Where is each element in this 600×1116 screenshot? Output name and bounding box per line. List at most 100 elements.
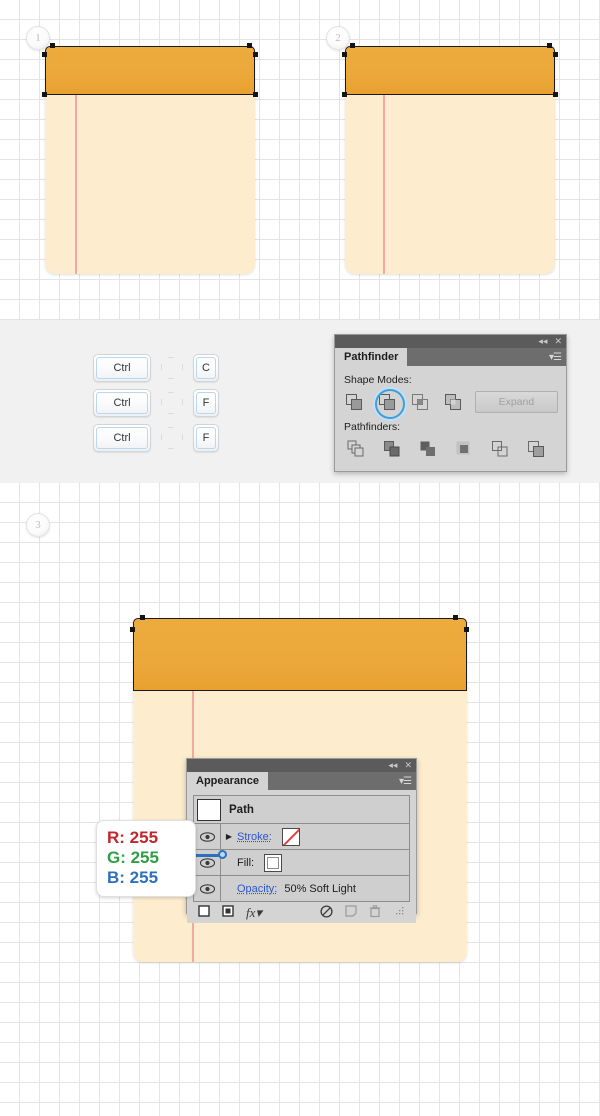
anchor-point[interactable] [247,43,252,48]
fill-label[interactable]: Fill: [237,857,254,869]
rgb-blue-value: B: 255 [107,868,159,888]
close-icon[interactable]: ✕ [554,337,562,346]
rgb-red-value: R: 255 [107,828,159,847]
anchor-point[interactable] [253,92,258,97]
plus-icon [161,357,183,379]
anchor-point[interactable] [553,52,558,57]
anchor-point[interactable] [253,52,258,57]
opacity-value: 50% Soft Light [284,882,356,895]
delete-item-icon[interactable] [369,904,381,921]
collapse-icon[interactable]: ◂◂ [538,337,547,346]
anchor-point[interactable] [130,627,135,632]
close-icon[interactable]: ✕ [404,761,412,770]
key-ctrl[interactable]: Ctrl [93,389,151,417]
path-thumbnail-icon [197,798,221,821]
canvas-stage: 1 2 Ctrl C Ctrl F Ctrl F ◂◂ ✕ Pathfinder… [0,0,600,1116]
anchor-point[interactable] [342,52,347,57]
trim-icon[interactable] [379,437,405,461]
panel-title-bar: ◂◂ ✕ [187,759,416,772]
collapse-icon[interactable]: ◂◂ [388,761,397,770]
key-f[interactable]: F [193,424,219,452]
appearance-list: Path ▶ Stroke: Fill: Opacity: 50% Soft L… [193,795,410,902]
pathfinders-row [343,437,558,461]
outline-icon[interactable] [487,437,513,461]
panel-tab-bar: Appearance ▾☰ [187,772,416,790]
callout-leader-dot [218,850,227,859]
exclude-icon[interactable] [442,390,465,414]
panel-title-bar: ◂◂ ✕ [335,335,566,348]
anchor-point[interactable] [464,627,469,632]
expand-button[interactable]: Expand [474,391,559,413]
notepad-header-selected[interactable] [133,618,467,691]
clear-appearance-icon[interactable] [320,904,333,921]
anchor-point[interactable] [140,615,145,620]
anchor-point[interactable] [453,615,458,620]
disclosure-triangle-icon[interactable]: ▶ [221,832,237,841]
anchor-point[interactable] [50,43,55,48]
merge-icon[interactable] [415,437,441,461]
anchor-point[interactable] [42,92,47,97]
anchor-point[interactable] [547,43,552,48]
add-new-effect-icon[interactable]: fx▾ [246,905,262,921]
fill-swatch-white-icon[interactable] [264,853,283,872]
minus-back-icon[interactable] [523,437,549,461]
appearance-footer: fx▾ [193,902,410,923]
notepad-step-1 [42,43,258,274]
plus-icon [161,427,183,449]
pathfinder-body: Shape Modes: Expand Pathfinders: [335,366,566,469]
key-label: Ctrl [113,432,131,444]
key-ctrl[interactable]: Ctrl [93,424,151,452]
shape-modes-label: Shape Modes: [344,374,412,386]
unite-icon[interactable] [343,390,366,414]
rgb-green-value: G: 255 [107,848,159,868]
panel-menu-icon[interactable]: ▾☰ [399,772,416,790]
minus-front-icon[interactable] [374,389,405,419]
notepad-header-selected[interactable] [345,46,555,95]
shortcut-row-1: Ctrl C [93,354,219,382]
appearance-row-opacity[interactable]: Opacity: 50% Soft Light [194,876,409,901]
add-new-fill-icon[interactable] [222,905,234,920]
shortcut-row-2: Ctrl F [93,424,219,452]
tab-label: Pathfinder [344,351,399,363]
notepad-header-selected[interactable] [45,46,255,95]
anchor-point[interactable] [553,92,558,97]
key-label: F [202,397,210,409]
expand-label: Expand [498,396,535,408]
key-ctrl[interactable]: Ctrl [93,354,151,382]
step-badge-label: 1 [35,32,41,44]
crop-icon[interactable] [451,437,477,461]
tab-appearance[interactable]: Appearance [187,772,268,790]
anchor-point[interactable] [42,52,47,57]
anchor-point[interactable] [350,43,355,48]
pathfinder-panel: ◂◂ ✕ Pathfinder ▾☰ Shape Modes: Expand P… [334,334,567,472]
object-label: Path [229,803,254,816]
shape-modes-row: Expand [343,389,559,419]
duplicate-item-icon[interactable] [345,905,357,920]
tab-pathfinder[interactable]: Pathfinder [335,348,408,366]
key-f[interactable]: F [193,389,219,417]
key-label: F [202,432,210,444]
opacity-label[interactable]: Opacity: [237,883,277,895]
panel-menu-icon[interactable]: ▾☰ [549,348,566,366]
intersect-icon[interactable] [409,390,432,414]
shortcut-row-1b: Ctrl F [93,389,219,417]
visibility-eye-icon[interactable] [194,824,221,849]
appearance-row-stroke[interactable]: ▶ Stroke: [194,824,409,850]
anchor-point[interactable] [342,92,347,97]
step-badge-3: 3 [26,513,50,537]
stroke-label[interactable]: Stroke: [237,831,272,843]
panel-tab-bar: Pathfinder ▾☰ [335,348,566,366]
add-new-stroke-icon[interactable] [198,905,210,920]
notepad-step-2 [342,43,558,274]
visibility-eye-icon[interactable] [194,876,221,901]
key-c[interactable]: C [193,354,219,382]
pathfinders-label: Pathfinders: [344,421,401,433]
plus-icon [161,392,183,414]
rgb-value-callout: R: 255 G: 255 B: 255 [96,820,196,898]
appearance-panel: ◂◂ ✕ Appearance ▾☰ Path ▶ Stroke: Fill: … [186,758,417,923]
appearance-object-row[interactable]: Path [194,796,409,824]
stroke-swatch-none-icon[interactable] [281,827,300,846]
divide-icon[interactable] [343,437,369,461]
resize-grip-icon[interactable] [395,906,405,919]
step-badge-label: 2 [335,32,341,44]
